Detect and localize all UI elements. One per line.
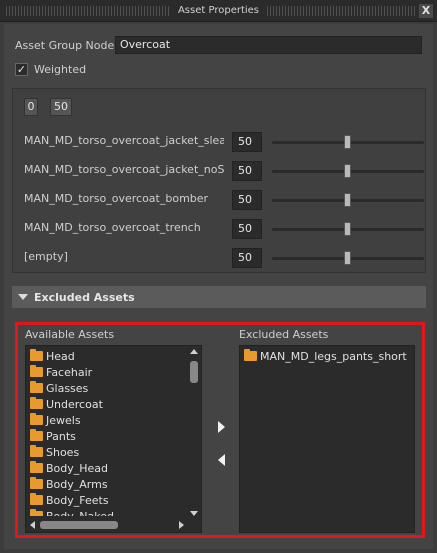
scroll-right-icon[interactable] xyxy=(179,521,184,529)
list-item-label: Head xyxy=(46,349,75,363)
weight-name: MAN_MD_torso_overcoat_trench xyxy=(24,221,201,234)
title-grip-left[interactable] xyxy=(6,6,171,16)
weight-slider-handle[interactable] xyxy=(344,193,351,207)
close-button[interactable]: X xyxy=(419,4,433,18)
list-item[interactable]: Body_Naked xyxy=(26,508,186,516)
list-item-label: Glasses xyxy=(46,381,89,395)
weighted-label: Weighted xyxy=(34,63,87,76)
range-max-field[interactable]: 50 xyxy=(50,98,72,116)
weighted-checkbox[interactable]: ✓ xyxy=(15,63,28,76)
list-item-label: Body_Arms xyxy=(46,477,108,491)
excluded-assets-section-header[interactable]: Excluded Assets xyxy=(12,286,426,308)
list-item-label: Shoes xyxy=(46,445,80,459)
weight-slider-handle[interactable] xyxy=(344,135,351,149)
list-item[interactable]: Glasses xyxy=(26,380,186,396)
expand-triangle-icon xyxy=(18,294,28,300)
weight-name: MAN_MD_torso_overcoat_jacket_noSleave xyxy=(24,163,224,176)
folder-icon xyxy=(30,413,43,425)
weight-row: MAN_MD_torso_overcoat_trench 50 xyxy=(24,219,424,239)
weight-slider-handle[interactable] xyxy=(344,164,351,178)
list-item-label: Body_Feets xyxy=(46,493,109,507)
list-item-label: Jewels xyxy=(46,413,81,427)
list-item[interactable]: Pants xyxy=(26,428,186,444)
range-min-field[interactable]: 0 xyxy=(24,98,38,116)
asset-group-node-row: Asset Group Node Overcoat xyxy=(15,36,422,54)
folder-icon xyxy=(30,461,43,473)
available-assets-items: Head Facehair Glasses Undercoat Jewels Pants S… xyxy=(26,348,186,516)
list-item[interactable]: MAN_MD_legs_pants_short xyxy=(240,348,414,364)
list-item-label: MAN_MD_legs_pants_short xyxy=(260,349,407,363)
list-item[interactable]: Body_Feets xyxy=(26,492,186,508)
move-to-available-button[interactable] xyxy=(218,454,230,468)
weight-value-field[interactable]: 50 xyxy=(232,219,262,239)
title-grip-right[interactable] xyxy=(255,6,417,16)
list-item-label: Pants xyxy=(46,429,76,443)
folder-icon xyxy=(30,493,43,505)
excluded-assets-list[interactable]: MAN_MD_legs_pants_short xyxy=(239,345,415,533)
weight-value-field[interactable]: 50 xyxy=(232,132,262,152)
list-item[interactable]: Jewels xyxy=(26,412,186,428)
arrow-right-icon xyxy=(218,421,225,433)
scroll-up-icon[interactable] xyxy=(190,349,198,354)
available-horizontal-scrollbar[interactable] xyxy=(27,519,187,531)
arrow-left-icon xyxy=(218,454,225,466)
folder-icon xyxy=(30,429,43,441)
asset-group-node-field[interactable]: Overcoat xyxy=(115,36,422,54)
weighted-row: ✓ Weighted xyxy=(15,63,86,76)
asset-lists-highlight: Available Assets Excluded Assets Head Fac… xyxy=(15,322,425,538)
weight-name: [empty] xyxy=(24,250,68,263)
move-to-excluded-button[interactable] xyxy=(218,421,230,435)
window-title: Asset Properties xyxy=(171,5,266,16)
weight-value-field[interactable]: 50 xyxy=(232,161,262,181)
weight-value-field[interactable]: 50 xyxy=(232,248,262,268)
list-item-label: Body_Head xyxy=(46,461,109,475)
list-item[interactable]: Body_Arms xyxy=(26,476,186,492)
scroll-thumb[interactable] xyxy=(40,521,118,529)
scroll-thumb[interactable] xyxy=(190,361,198,383)
available-vertical-scrollbar[interactable] xyxy=(188,347,200,519)
available-assets-label: Available Assets xyxy=(25,328,115,341)
folder-icon xyxy=(30,445,43,457)
weight-name: MAN_MD_torso_overcoat_jacket_sleave xyxy=(24,134,224,147)
asset-properties-panel: Asset Group Node Overcoat ✓ Weighted 0 5… xyxy=(4,24,433,549)
scroll-left-icon[interactable] xyxy=(30,521,35,529)
excluded-assets-items: MAN_MD_legs_pants_short xyxy=(240,348,414,364)
list-item[interactable]: Body_Head xyxy=(26,460,186,476)
list-item[interactable]: Head xyxy=(26,348,186,364)
folder-icon xyxy=(30,365,43,377)
weight-row: MAN_MD_torso_overcoat_bomber 50 xyxy=(24,190,424,210)
weight-row: MAN_MD_torso_overcoat_jacket_noSleave 50 xyxy=(24,161,424,181)
excluded-assets-section-title: Excluded Assets xyxy=(34,290,135,304)
weight-row: MAN_MD_torso_overcoat_jacket_sleave 50 xyxy=(24,132,424,152)
list-item[interactable]: Facehair xyxy=(26,364,186,380)
list-item[interactable]: Undercoat xyxy=(26,396,186,412)
folder-icon xyxy=(30,477,43,489)
folder-icon xyxy=(30,397,43,409)
weight-value-field[interactable]: 50 xyxy=(232,190,262,210)
weight-slider-handle[interactable] xyxy=(344,222,351,236)
list-item[interactable]: Shoes xyxy=(26,444,186,460)
title-bar: Asset Properties X xyxy=(0,0,437,22)
excluded-assets-label: Excluded Assets xyxy=(239,328,329,341)
asset-group-node-label: Asset Group Node xyxy=(15,38,115,52)
list-item-label: Undercoat xyxy=(46,397,103,411)
weight-slider-handle[interactable] xyxy=(344,251,351,265)
folder-icon xyxy=(30,349,43,361)
scroll-down-icon[interactable] xyxy=(190,511,198,516)
list-item-label: Body_Naked xyxy=(46,509,114,517)
folder-icon xyxy=(244,349,257,361)
folder-icon xyxy=(30,381,43,393)
weight-name: MAN_MD_torso_overcoat_bomber xyxy=(24,192,209,205)
weight-row: [empty] 50 xyxy=(24,248,424,268)
weights-group: 0 50 MAN_MD_torso_overcoat_jacket_sleave… xyxy=(12,88,426,273)
list-item-label: Facehair xyxy=(46,365,93,379)
folder-icon xyxy=(30,509,43,516)
available-assets-list[interactable]: Head Facehair Glasses Undercoat Jewels Pants S… xyxy=(25,345,202,533)
